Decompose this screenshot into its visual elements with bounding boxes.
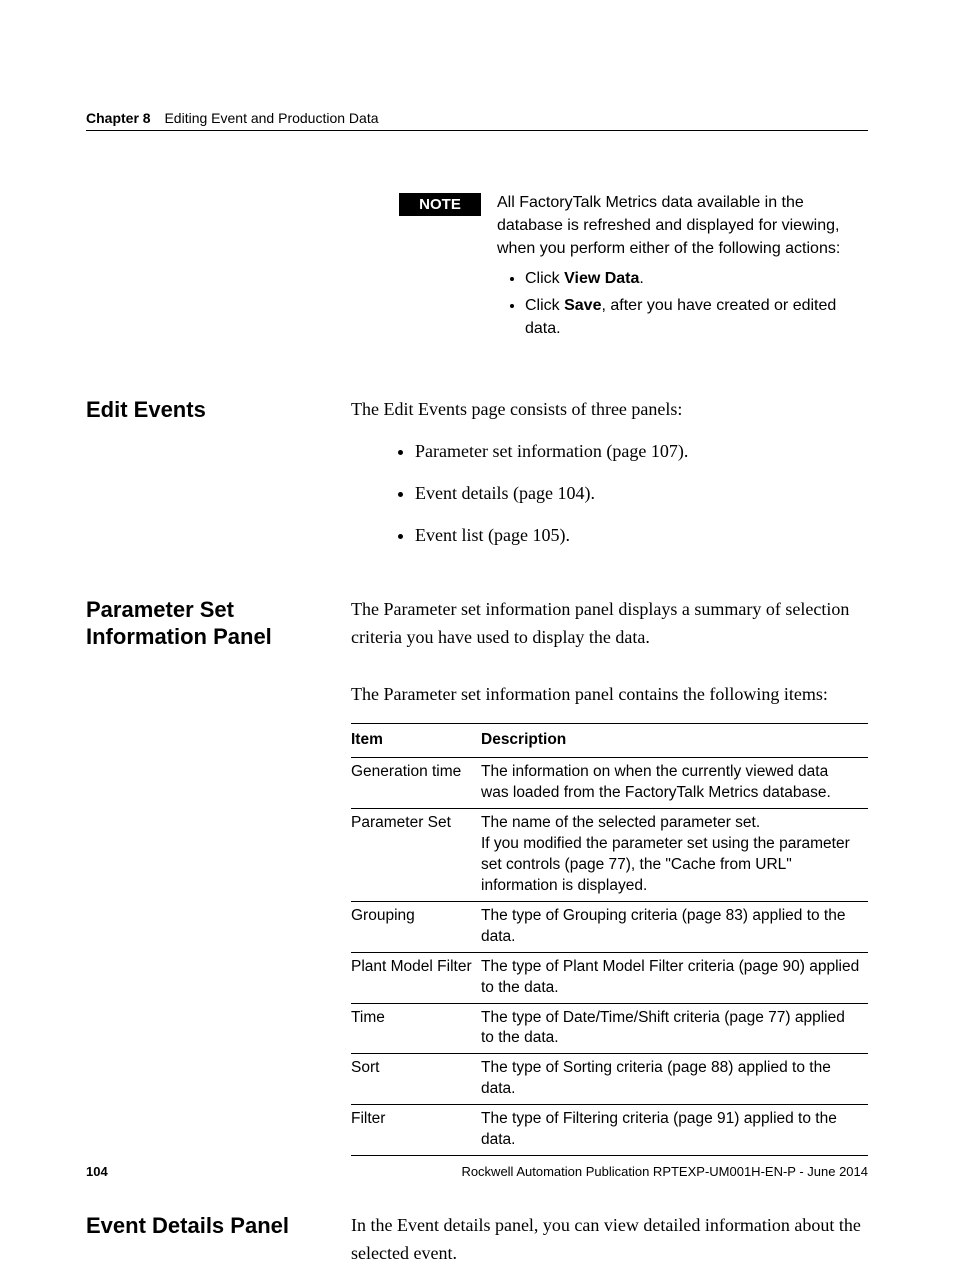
body-event-details: In the Event details panel, you can view… <box>351 1212 868 1282</box>
table-row: Grouping The type of Grouping criteria (… <box>351 901 868 952</box>
cell-desc: The type of Grouping criteria (page 83) … <box>481 901 868 952</box>
note-bullet: Click View Data. <box>525 267 868 290</box>
publication-id: Rockwell Automation Publication RPTEXP-U… <box>461 1164 868 1179</box>
note-block: NOTE All FactoryTalk Metrics data availa… <box>399 191 868 344</box>
table-row: Plant Model Filter The type of Plant Mod… <box>351 952 868 1003</box>
content-area: NOTE All FactoryTalk Metrics data availa… <box>86 191 868 1282</box>
cell-item: Filter <box>351 1105 481 1156</box>
note-badge: NOTE <box>399 193 481 216</box>
th-item: Item <box>351 724 481 758</box>
table-row: Parameter Set The name of the selected p… <box>351 809 868 902</box>
th-desc: Description <box>481 724 868 758</box>
header-rule <box>86 130 868 131</box>
cell-item: Time <box>351 1003 481 1054</box>
note-text: All FactoryTalk Metrics data available i… <box>497 191 868 344</box>
cell-desc: The type of Filtering criteria (page 91)… <box>481 1105 868 1156</box>
page: Chapter 8 Editing Event and Production D… <box>0 0 954 1235</box>
list-item: Event details (page 104). <box>415 480 868 508</box>
cell-desc: The type of Plant Model Filter criteria … <box>481 952 868 1003</box>
heading-event-details: Event Details Panel <box>86 1212 351 1240</box>
table-row: Filter The type of Filtering criteria (p… <box>351 1105 868 1156</box>
cell-desc: The name of the selected parameter set. … <box>481 809 868 902</box>
table-header-row: Item Description <box>351 724 868 758</box>
note-bullets: Click View Data. Click Save, after you h… <box>497 267 868 341</box>
body-edit-events: The Edit Events page consists of three p… <box>351 396 868 564</box>
section-param-panel: Parameter Set Information Panel The Para… <box>86 596 868 1156</box>
note-intro: All FactoryTalk Metrics data available i… <box>497 194 840 257</box>
chapter-title: Editing Event and Production Data <box>164 110 378 126</box>
note-bullet: Click Save, after you have created or ed… <box>525 294 868 340</box>
cell-item: Plant Model Filter <box>351 952 481 1003</box>
heading-edit-events: Edit Events <box>86 396 351 424</box>
page-number: 104 <box>86 1164 108 1179</box>
chapter-label: Chapter 8 <box>86 110 151 126</box>
edit-events-list: Parameter set information (page 107). Ev… <box>351 438 868 550</box>
list-item: Parameter set information (page 107). <box>415 438 868 466</box>
heading-param-panel: Parameter Set Information Panel <box>86 596 351 651</box>
param-info-table: Item Description Generation time The inf… <box>351 723 868 1156</box>
table-row: Time The type of Date/Time/Shift criteri… <box>351 1003 868 1054</box>
cell-desc: The information on when the currently vi… <box>481 758 868 809</box>
cell-item: Generation time <box>351 758 481 809</box>
cell-desc: The type of Sorting criteria (page 88) a… <box>481 1054 868 1105</box>
list-item: Event list (page 105). <box>415 522 868 550</box>
cell-item: Parameter Set <box>351 809 481 902</box>
section-event-details: Event Details Panel In the Event details… <box>86 1212 868 1282</box>
edit-events-intro: The Edit Events page consists of three p… <box>351 396 868 424</box>
cell-item: Grouping <box>351 901 481 952</box>
page-footer: 104 Rockwell Automation Publication RPTE… <box>86 1164 868 1179</box>
body-param-panel: The Parameter set information panel disp… <box>351 596 868 1156</box>
param-panel-p1: The Parameter set information panel disp… <box>351 596 868 652</box>
cell-item: Sort <box>351 1054 481 1105</box>
section-edit-events: Edit Events The Edit Events page consist… <box>86 396 868 564</box>
cell-desc: The type of Date/Time/Shift criteria (pa… <box>481 1003 868 1054</box>
table-row: Sort The type of Sorting criteria (page … <box>351 1054 868 1105</box>
param-panel-p2: The Parameter set information panel cont… <box>351 681 868 709</box>
event-details-p1: In the Event details panel, you can view… <box>351 1212 868 1268</box>
table-row: Generation time The information on when … <box>351 758 868 809</box>
running-header: Chapter 8 Editing Event and Production D… <box>86 110 868 126</box>
